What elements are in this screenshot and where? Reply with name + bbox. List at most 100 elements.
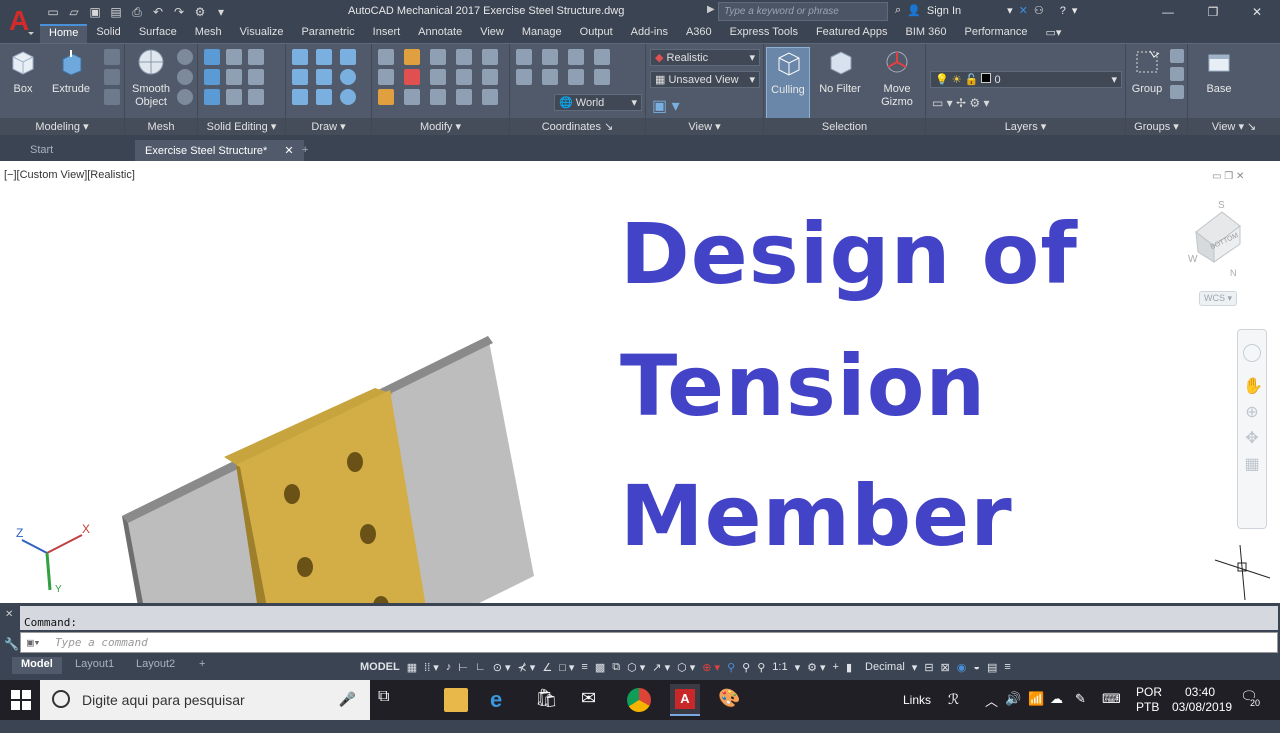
selection-filter-icon[interactable]: ⬡ ▾: [677, 661, 695, 674]
chrome-icon[interactable]: [627, 688, 651, 712]
base-button[interactable]: Base: [1200, 47, 1238, 96]
group-select-icon[interactable]: [1170, 85, 1184, 99]
viewport-config-icon[interactable]: ▣ ▾: [652, 96, 680, 116]
qat-menu-icon[interactable]: ▾: [212, 4, 230, 20]
tray-expand-icon[interactable]: ︿: [985, 691, 998, 731]
tab-performance[interactable]: Performance: [955, 24, 1036, 43]
transparency-icon[interactable]: ▩: [595, 661, 605, 674]
clock[interactable]: 03:40 03/08/2019: [1172, 685, 1232, 725]
wcs-menu[interactable]: WCS ▾: [1199, 291, 1238, 306]
onedrive-icon[interactable]: ☁: [1050, 691, 1063, 731]
tab-a360[interactable]: A360: [677, 24, 721, 43]
circle-icon[interactable]: [340, 69, 356, 85]
slice-icon[interactable]: [248, 49, 264, 65]
save-icon[interactable]: ▣: [86, 4, 104, 20]
subtract-icon[interactable]: [204, 69, 220, 85]
panel-title-view-base[interactable]: View ▾ ↘: [1188, 118, 1280, 136]
ucs-origin-icon[interactable]: [542, 49, 558, 65]
polygon-icon[interactable]: [292, 89, 308, 105]
tab-view[interactable]: View: [471, 24, 513, 43]
units-dropdown-icon[interactable]: ▾: [912, 661, 918, 674]
scale-icon[interactable]: [404, 89, 420, 105]
tab-express-tools[interactable]: Express Tools: [721, 24, 807, 43]
fillet-icon[interactable]: [456, 49, 472, 65]
no-filter-button[interactable]: No Filter: [816, 47, 864, 96]
tab-annotate[interactable]: Annotate: [409, 24, 471, 43]
group-edit-icon[interactable]: [1170, 67, 1184, 81]
lock-ui-icon[interactable]: ⊠: [941, 661, 950, 674]
links-toolbar[interactable]: Links: [903, 693, 931, 733]
ucs-view-icon[interactable]: [516, 69, 532, 85]
help-icon[interactable]: ?: [1060, 5, 1066, 17]
group-button[interactable]: Group: [1128, 47, 1166, 96]
rect-array-icon[interactable]: [482, 89, 498, 105]
union-icon[interactable]: [204, 49, 220, 65]
ungroup-icon[interactable]: [1170, 49, 1184, 63]
undo-icon[interactable]: ↶: [149, 4, 167, 20]
trim-icon[interactable]: [482, 49, 498, 65]
workspace-icon[interactable]: ⚙: [191, 4, 209, 20]
annotation-monitor-icon[interactable]: +: [833, 661, 839, 673]
add-layout-button[interactable]: +: [190, 657, 214, 674]
help-dropdown-icon[interactable]: ▾: [1072, 4, 1078, 17]
tab-solid[interactable]: Solid: [87, 24, 129, 43]
shell-icon[interactable]: [226, 89, 242, 105]
plot-icon[interactable]: ⎙: [128, 4, 146, 20]
tab-layout2[interactable]: Layout2: [127, 657, 184, 674]
lineweight-icon[interactable]: ≡: [581, 661, 587, 673]
stretch-icon[interactable]: [378, 89, 394, 105]
command-input[interactable]: ▣▾ Type a command: [20, 632, 1278, 653]
taskbar-search[interactable]: Digite aqui para pesquisar 🎤: [40, 680, 370, 720]
ucs-face-icon[interactable]: [568, 69, 584, 85]
isodraft-icon[interactable]: ⊀ ▾: [518, 661, 536, 674]
tab-layout1[interactable]: Layout1: [66, 657, 123, 674]
tab-output[interactable]: Output: [571, 24, 622, 43]
annotation-visibility-icon[interactable]: ⚲: [727, 661, 735, 674]
search-input[interactable]: Type a keyword or phrase: [718, 2, 888, 21]
selection-cycling-icon[interactable]: ⧉: [612, 661, 620, 674]
panel-title-selection[interactable]: Selection: [764, 118, 925, 136]
ucs-object-icon[interactable]: [594, 69, 610, 85]
copy-icon[interactable]: [378, 69, 394, 85]
sign-in-dropdown-icon[interactable]: ▾: [1007, 4, 1013, 17]
input-language[interactable]: POR PTB: [1136, 685, 1162, 725]
steering-wheel-icon[interactable]: [1243, 344, 1261, 362]
visual-style-dropdown[interactable]: ◆ Realistic ▾: [650, 49, 760, 66]
presspull-icon[interactable]: [104, 69, 120, 85]
dynamic-ucs-icon[interactable]: ↗ ▾: [652, 661, 670, 674]
tab-home[interactable]: Home: [40, 24, 88, 43]
redo-icon[interactable]: ↷: [170, 4, 188, 20]
tab-mesh[interactable]: Mesh: [186, 24, 231, 43]
command-close-icon[interactable]: ✕: [5, 609, 13, 620]
notifications-button[interactable]: 🗨 20: [1240, 688, 1261, 728]
interfere-icon[interactable]: [226, 49, 242, 65]
ucs-3point-icon[interactable]: [568, 49, 584, 65]
separate-icon[interactable]: [248, 89, 264, 105]
mesh-smooth-less-icon[interactable]: [177, 69, 193, 85]
user-icon[interactable]: 👤: [907, 4, 921, 17]
volume-icon[interactable]: 🔊: [1005, 691, 1021, 731]
panel-title-groups[interactable]: Groups ▾: [1126, 118, 1187, 136]
intersect-icon[interactable]: [204, 89, 220, 105]
exchange-icon[interactable]: ✕: [1019, 4, 1028, 17]
snap-icon[interactable]: ⁞⁞ ▾: [424, 661, 439, 674]
gizmo-icon[interactable]: ⊕ ▾: [702, 661, 720, 674]
align-icon[interactable]: [482, 69, 498, 85]
model-space-button[interactable]: MODEL: [360, 661, 400, 673]
rectangle-icon[interactable]: [340, 49, 356, 65]
scale-dropdown-icon[interactable]: ▾: [795, 661, 801, 674]
smooth-object-button[interactable]: Smooth Object: [129, 47, 173, 109]
file-tab-exercise[interactable]: Exercise Steel Structure* ✕: [135, 140, 304, 161]
close-button[interactable]: ✕: [1234, 0, 1280, 24]
ribbon-toggle-icon[interactable]: ▭▾: [1036, 24, 1070, 43]
clean-screen-icon[interactable]: ▤: [987, 661, 997, 674]
chamfer-icon[interactable]: [456, 89, 472, 105]
explode-icon[interactable]: [430, 49, 446, 65]
tab-add-ins[interactable]: Add-ins: [622, 24, 677, 43]
open-file-icon[interactable]: ▱: [65, 4, 83, 20]
mesh-smooth-more-icon[interactable]: [177, 49, 193, 65]
tab-visualize[interactable]: Visualize: [231, 24, 293, 43]
sign-in-button[interactable]: Sign In: [927, 5, 961, 17]
task-view-icon[interactable]: ⧉: [378, 688, 402, 712]
pen-icon[interactable]: ✎: [1075, 691, 1086, 731]
